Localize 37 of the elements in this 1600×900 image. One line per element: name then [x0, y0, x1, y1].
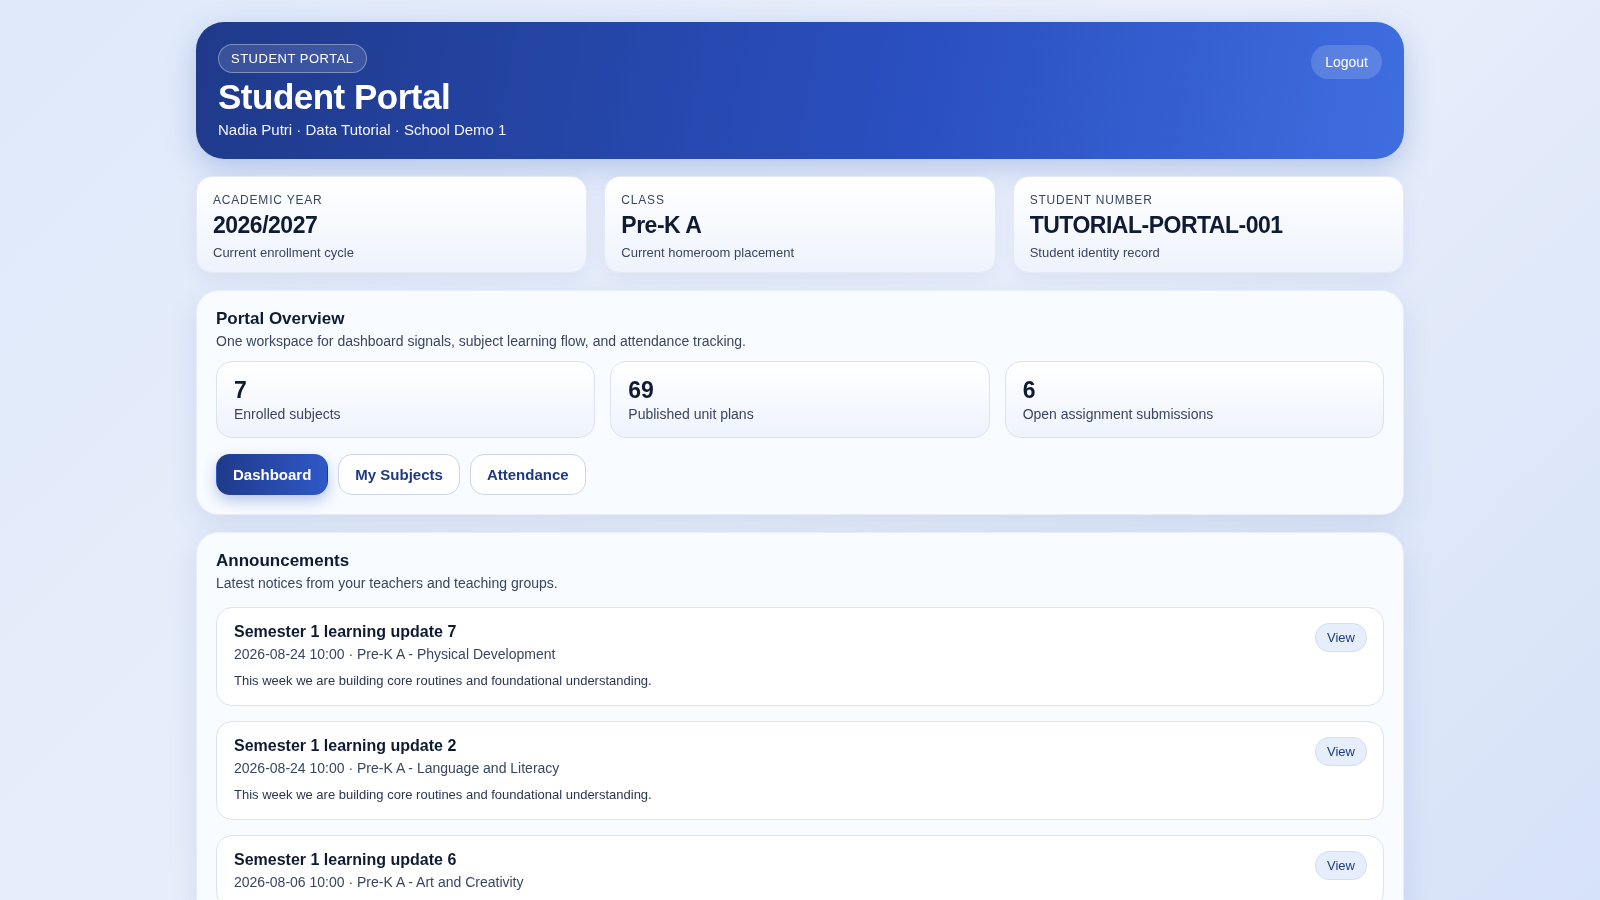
nav-tab[interactable]: Dashboard — [216, 454, 329, 495]
info-value: Pre-K A — [621, 212, 703, 239]
info-label: STUDENT NUMBER — [1029, 193, 1154, 207]
info-caption: Student identity record — [1029, 245, 1161, 260]
view-button[interactable]: View — [1315, 851, 1367, 880]
page-title: Student Portal — [218, 77, 451, 117]
metric-value: 6 — [1022, 377, 1037, 404]
metric-value: 7 — [234, 377, 248, 404]
section-description: Latest notices from your teachers and teaching groups. — [216, 575, 559, 591]
metric-value: 69 — [628, 377, 655, 404]
metric-label: Published unit plans — [628, 406, 755, 422]
info-value: 2026/2027 — [213, 212, 319, 239]
announcement-meta: 2026-08-24 10:00 · Pre-K A - Physical Development — [234, 646, 557, 662]
portal-badge: STUDENT PORTAL — [218, 44, 367, 73]
info-caption: Current homeroom placement — [621, 245, 796, 260]
section-title: Announcements — [216, 551, 351, 571]
section-title: Portal Overview — [216, 309, 346, 329]
info-caption: Current enrollment cycle — [213, 245, 355, 260]
view-button[interactable]: View — [1315, 737, 1367, 766]
info-value: TUTORIAL-PORTAL-001 — [1029, 212, 1284, 239]
metric-label: Enrolled subjects — [234, 406, 342, 422]
view-button[interactable]: View — [1315, 623, 1367, 652]
nav-tab[interactable]: Attendance — [469, 454, 586, 495]
announcement-title: Semester 1 learning update 7 — [234, 623, 458, 641]
nav-tab[interactable]: My Subjects — [338, 454, 460, 495]
student-subtitle: Nadia Putri · Data Tutorial · School Demo 1 — [218, 121, 507, 138]
announcement-title: Semester 1 learning update 6 — [234, 851, 458, 869]
info-label: CLASS — [621, 193, 666, 207]
info-label: ACADEMIC YEAR — [213, 193, 324, 207]
announcement-meta: 2026-08-24 10:00 · Pre-K A - Language and Literacy — [234, 760, 561, 776]
section-description: One workspace for dashboard signals, subject learning flow, and attendance tracking. — [216, 333, 747, 349]
logout-button[interactable]: Logout — [1311, 45, 1382, 79]
metric-label: Open assignment submissions — [1022, 406, 1215, 422]
announcement-meta: 2026-08-06 10:00 · Pre-K A - Art and Creativity — [234, 874, 524, 890]
announcement-body: This week we are building core routines and foundational understanding. — [234, 787, 652, 802]
announcement-title: Semester 1 learning update 2 — [234, 737, 458, 755]
announcement-body: This week we are building core routines and foundational understanding. — [234, 673, 652, 688]
